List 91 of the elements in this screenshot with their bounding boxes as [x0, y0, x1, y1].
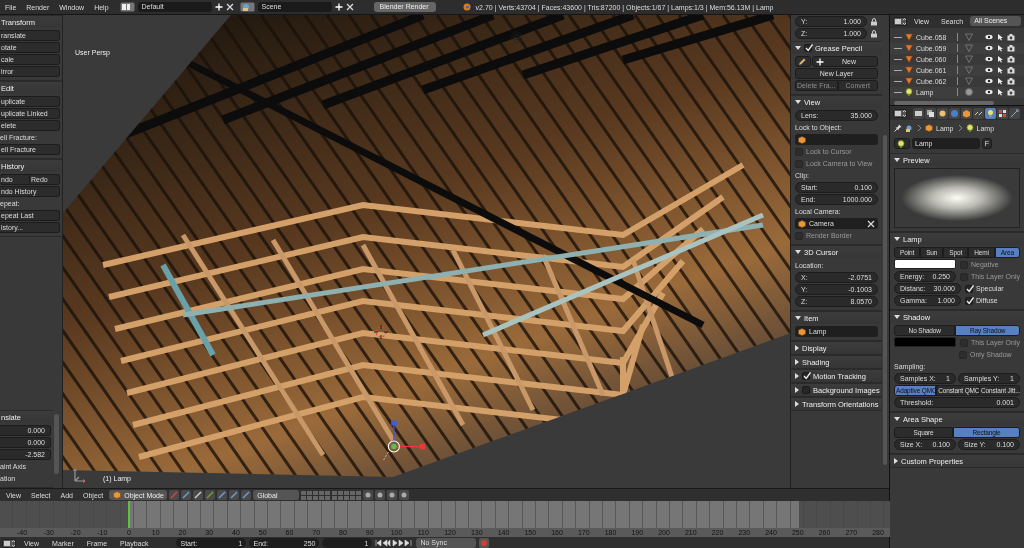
expand-arrow-icon[interactable] — [894, 158, 900, 162]
checkbox[interactable] — [802, 386, 810, 394]
eye-icon[interactable] — [985, 44, 993, 53]
editor-type-icon[interactable] — [2, 538, 16, 548]
expand-arrow-icon[interactable] — [894, 315, 900, 319]
close-icon[interactable] — [225, 3, 234, 11]
camera-icon[interactable] — [1007, 33, 1015, 42]
eye-icon[interactable] — [985, 66, 993, 75]
plus-icon — [816, 57, 824, 66]
toolbar-icon[interactable] — [387, 490, 398, 500]
properties-tab-icon[interactable] — [985, 107, 996, 119]
checkbox[interactable] — [965, 296, 973, 305]
sphere-icon — [965, 88, 973, 97]
toolbar-icon[interactable] — [229, 490, 240, 500]
checkbox[interactable] — [965, 284, 973, 293]
tree-line — [894, 69, 902, 71]
expand-arrow-icon[interactable] — [795, 250, 801, 254]
pencil-dropdown[interactable] — [795, 56, 811, 67]
bulb-icon — [905, 88, 913, 97]
chevron-icon — [956, 124, 963, 132]
expand-arrow-icon[interactable] — [795, 316, 801, 320]
eye-icon[interactable] — [985, 33, 993, 42]
scene-icon — [905, 124, 913, 132]
plus-icon — [334, 3, 343, 11]
checkbox[interactable] — [802, 372, 810, 380]
camera-icon[interactable] — [1007, 88, 1015, 97]
cube-icon — [798, 219, 806, 228]
name-field[interactable] — [795, 134, 878, 145]
color-swatch[interactable] — [894, 259, 956, 269]
toolbar-icon[interactable] — [217, 490, 228, 500]
expand-arrow-icon[interactable] — [795, 401, 799, 407]
playback-controls-icon[interactable] — [375, 539, 414, 547]
toolbar-icon[interactable] — [241, 490, 252, 500]
properties-tab-icon[interactable] — [913, 107, 924, 119]
lock-icon[interactable] — [870, 29, 878, 38]
light-icon — [511, 31, 523, 43]
properties-tab-icon[interactable] — [937, 107, 948, 119]
tree-line — [894, 47, 902, 49]
color-swatch[interactable] — [894, 337, 956, 347]
expand-arrow-icon[interactable] — [894, 417, 900, 421]
checkbox[interactable] — [804, 44, 812, 52]
toolbar-icon[interactable] — [193, 490, 204, 500]
properties-tab-icon[interactable] — [997, 107, 1008, 119]
cube-icon — [113, 491, 122, 499]
3d-cursor-icon — [374, 325, 388, 339]
editor-type-icon[interactable] — [893, 16, 907, 26]
close-icon[interactable] — [345, 3, 354, 11]
eye-icon[interactable] — [985, 55, 993, 64]
record-icon[interactable] — [479, 538, 490, 548]
toolbar-icon[interactable] — [181, 490, 192, 500]
cube-icon — [925, 124, 933, 132]
cube-icon — [798, 327, 806, 336]
datablock-dropdown[interactable] — [894, 138, 910, 149]
toolbar-icon[interactable] — [375, 490, 386, 500]
camera-icon[interactable] — [1007, 77, 1015, 86]
scrollbar[interactable] — [54, 414, 59, 475]
eye-icon[interactable] — [985, 88, 993, 97]
blender-logo-icon — [461, 2, 472, 12]
camera-icon[interactable] — [1007, 66, 1015, 75]
camera-icon[interactable] — [1007, 44, 1015, 53]
properties-tab-icon[interactable] — [961, 107, 972, 119]
properties-tab-icon[interactable] — [1009, 107, 1020, 119]
camera-icon[interactable] — [1007, 55, 1015, 64]
toolbar-icon[interactable] — [363, 490, 374, 500]
expand-arrow-icon[interactable] — [795, 359, 799, 365]
toolbar-icon[interactable] — [205, 490, 216, 500]
close-icon[interactable] — [867, 219, 875, 228]
bulb-icon — [897, 139, 905, 148]
expand-arrow-icon[interactable] — [795, 345, 799, 351]
properties-tab-icon[interactable] — [973, 107, 984, 119]
scene-icon[interactable] — [239, 2, 255, 12]
lock-icon[interactable] — [870, 17, 878, 26]
scrollbar[interactable] — [894, 100, 994, 105]
expand-arrow-icon[interactable] — [795, 100, 801, 104]
chevron-icon — [916, 124, 922, 132]
bulb-icon — [965, 124, 974, 132]
editor-type-icon[interactable] — [893, 108, 907, 118]
tree-line — [894, 36, 902, 38]
properties-tab-icon[interactable] — [925, 107, 936, 119]
expand-arrow-icon[interactable] — [894, 237, 900, 241]
tree-line — [894, 91, 902, 93]
layout-icon[interactable] — [119, 2, 135, 12]
cube-icon — [798, 135, 806, 144]
plus-icon — [214, 3, 223, 11]
tree-line — [894, 58, 902, 60]
toolbar-icon[interactable] — [399, 490, 410, 500]
eye-icon[interactable] — [985, 77, 993, 86]
pencil-icon — [798, 57, 806, 66]
pin-icon — [894, 124, 902, 132]
expand-arrow-icon[interactable] — [894, 458, 898, 464]
tree-line — [894, 80, 902, 82]
